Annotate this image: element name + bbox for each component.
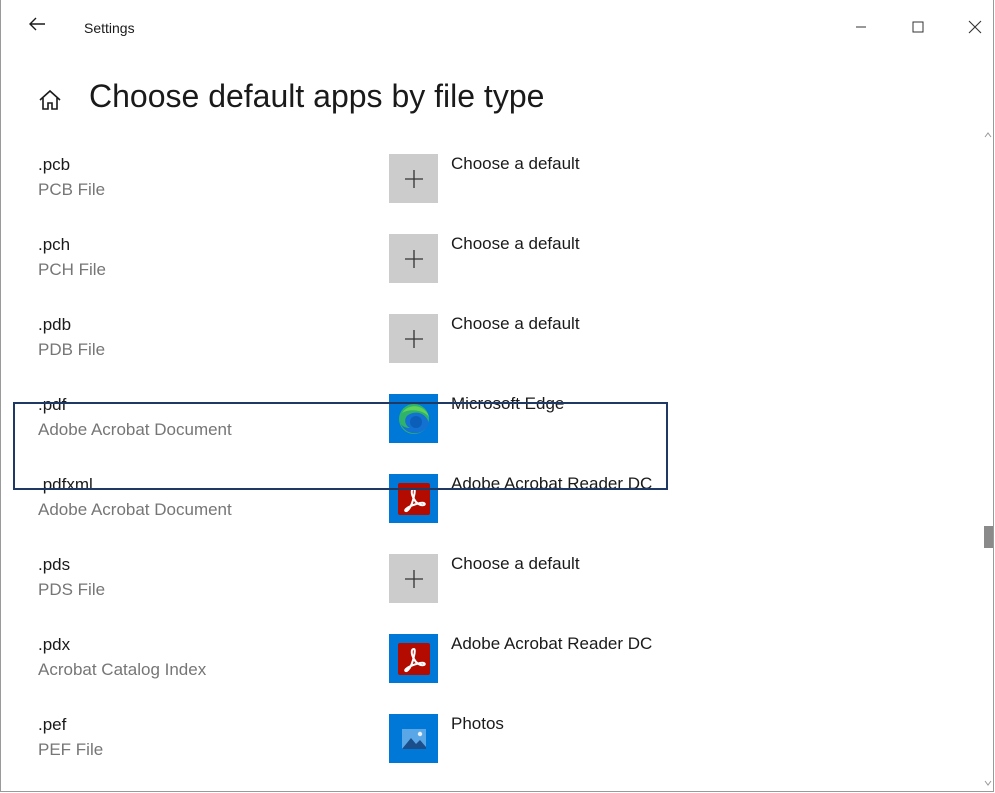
file-type-description: PCB File — [38, 180, 106, 199]
chevron-down-icon — [984, 780, 992, 786]
plus-icon — [404, 169, 423, 188]
back-button[interactable] — [23, 10, 51, 38]
page-header: Choose default apps by file type — [1, 72, 993, 128]
photos-icon — [401, 728, 426, 749]
file-type-row-pef: .pef PEF File Photos — [1, 704, 981, 784]
acrobat-icon — [397, 482, 430, 515]
default-app-button[interactable] — [389, 154, 438, 203]
close-icon — [968, 20, 982, 34]
default-app-button[interactable] — [389, 394, 438, 443]
file-type-description: Adobe Acrobat Document — [38, 420, 232, 439]
default-app-button[interactable] — [389, 554, 438, 603]
file-extension: .pdb — [38, 315, 72, 334]
file-type-row-pbk: .pbkDial-Up PhonebookRemote Access Phone… — [1, 128, 981, 144]
settings-window: Settings Choose default apps by file typ… — [0, 0, 994, 792]
file-extension: .pch — [38, 235, 71, 254]
default-app-button[interactable] — [389, 634, 438, 683]
file-type-description: PDS File — [38, 580, 106, 599]
file-type-row-pdfxml: .pdfxml Adobe Acrobat Document Adobe Acrob… — [1, 464, 981, 544]
chevron-up-icon — [984, 132, 992, 138]
minimize-button[interactable] — [846, 12, 876, 42]
acrobat-icon — [397, 642, 430, 675]
file-extension: .pdf — [38, 395, 67, 414]
page-title: Choose default apps by file type — [89, 78, 545, 114]
default-app-name[interactable]: Adobe Acrobat Reader DC — [451, 474, 652, 494]
file-type-row-pch: .pch PCH File Choose a default — [1, 224, 981, 304]
file-type-description: PCH File — [38, 260, 107, 279]
plus-icon — [404, 249, 423, 268]
file-extension: .pef — [38, 715, 67, 734]
default-app-name[interactable]: Choose a default — [451, 314, 580, 334]
minimize-icon — [856, 26, 866, 28]
file-type-row-pdx: .pdx Acrobat Catalog Index Adobe Acrobat R… — [1, 624, 981, 704]
vertical-scrollbar[interactable] — [981, 128, 993, 791]
default-app-name[interactable]: Microsoft Edge — [451, 394, 564, 414]
file-type-list: .pbkDial-Up PhonebookRemote Access Phone… — [1, 128, 981, 784]
file-type-row-pds: .pds PDS File Choose a default — [1, 544, 981, 624]
close-button[interactable] — [960, 12, 990, 42]
file-type-row-pcb: .pcb PCB File Choose a default — [1, 144, 981, 224]
back-arrow-icon — [29, 17, 45, 31]
scroll-up-button[interactable] — [981, 128, 993, 142]
file-extension: .pcb — [38, 155, 71, 174]
app-title: Settings — [84, 20, 135, 36]
plus-icon — [404, 569, 423, 588]
file-type-description: Adobe Acrobat Document — [38, 500, 232, 519]
default-app-button[interactable] — [389, 314, 438, 363]
default-app-name[interactable]: Photos — [451, 714, 504, 734]
plus-icon — [404, 329, 423, 348]
file-type-list-viewport: .pbkDial-Up PhonebookRemote Access Phone… — [1, 128, 981, 791]
maximize-button[interactable] — [903, 12, 933, 42]
scroll-down-button[interactable] — [981, 776, 993, 790]
file-type-description: Acrobat Catalog Index — [38, 660, 207, 679]
file-type-description: PDB File — [38, 340, 106, 359]
default-app-button[interactable] — [389, 474, 438, 523]
title-bar: Settings — [1, 0, 993, 56]
file-extension: .pdx — [38, 635, 71, 654]
file-extension: .pds — [38, 555, 71, 574]
file-type-description: PEF File — [38, 740, 104, 759]
scrollbar-thumb[interactable] — [984, 526, 993, 548]
default-app-name[interactable]: Choose a default — [451, 234, 580, 254]
file-type-row-pdf: .pdf Adobe Acrobat Document Microsoft Edge — [1, 384, 981, 464]
default-app-button[interactable] — [389, 714, 438, 763]
file-type-row-pdb: .pdb PDB File Choose a default — [1, 304, 981, 384]
maximize-icon — [912, 21, 924, 33]
default-app-name[interactable]: Adobe Acrobat Reader DC — [451, 634, 652, 654]
default-app-button[interactable] — [389, 234, 438, 283]
home-icon[interactable] — [36, 86, 64, 114]
edge-icon — [398, 403, 429, 434]
file-extension: .pdfxml — [38, 475, 93, 494]
default-app-name[interactable]: Choose a default — [451, 554, 580, 574]
default-app-name[interactable]: Choose a default — [451, 154, 580, 174]
